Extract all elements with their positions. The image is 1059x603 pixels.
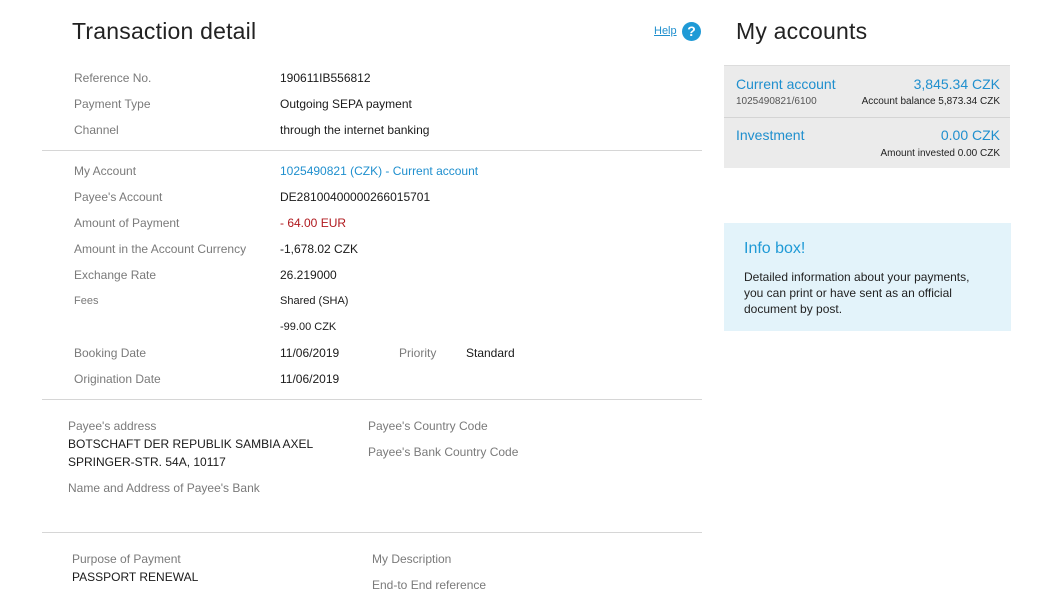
account-name[interactable]: Current account — [736, 76, 836, 92]
payee-bank-country-code-label: Payee's Bank Country Code — [368, 445, 519, 459]
divider — [42, 150, 702, 151]
account-item-investment[interactable]: Investment 0.00 CZK Amount invested 0.00… — [724, 118, 1010, 168]
account-amount: 0.00 CZK — [940, 127, 1000, 143]
channel-value: through the internet banking — [280, 123, 430, 137]
origination-date-value: 11/06/2019 — [280, 372, 340, 386]
booking-date-value: 11/06/2019 — [280, 346, 340, 360]
purpose-value: PASSPORT RENEWAL — [72, 570, 199, 584]
divider — [42, 532, 702, 533]
purpose-label: Purpose of Payment — [72, 552, 181, 566]
my-account-link[interactable]: 1025490821 (CZK) - Current account — [280, 164, 478, 178]
payee-address-label: Payee's address — [68, 419, 157, 433]
accounts-panel: Current account 3,845.34 CZK 1025490821/… — [724, 65, 1010, 168]
channel-label: Channel — [74, 123, 119, 137]
exchange-rate-label: Exchange Rate — [74, 268, 157, 282]
page-title: Transaction detail — [72, 18, 257, 44]
fees-label: Fees — [74, 295, 99, 307]
payment-type-label: Payment Type — [74, 97, 151, 111]
account-number: 1025490821/6100 — [736, 96, 817, 107]
account-amount: 3,845.34 CZK — [913, 76, 1000, 92]
account-item-current[interactable]: Current account 3,845.34 CZK 1025490821/… — [724, 66, 1010, 118]
divider — [42, 399, 702, 400]
priority-value: Standard — [466, 346, 515, 360]
exchange-rate-value: 26.219000 — [280, 268, 337, 282]
reference-no-value: 190611IB556812 — [280, 71, 371, 85]
account-balance: Account balance 5,873.34 CZK — [861, 96, 1000, 107]
info-box-line: Detailed information about your payments… — [744, 270, 970, 284]
fees-amount: -99.00 CZK — [280, 321, 337, 333]
origination-date-label: Origination Date — [74, 372, 161, 386]
priority-label: Priority — [399, 346, 437, 360]
my-description-label: My Description — [372, 552, 452, 566]
payment-type-value: Outgoing SEPA payment — [280, 97, 412, 111]
info-box-title: Info box! — [744, 240, 806, 257]
fees-value: Shared (SHA) — [280, 295, 349, 307]
payee-address-line2: SPRINGER-STR. 54A, 10117 — [68, 455, 226, 469]
amount-of-payment-value: - 64.00 EUR — [280, 216, 347, 230]
payee-account-value: DE28100400000266015701 — [280, 190, 431, 204]
amount-account-currency-value: -1,678.02 CZK — [280, 242, 359, 256]
info-box: Info box! Detailed information about you… — [724, 223, 1011, 331]
payee-country-code-label: Payee's Country Code — [368, 419, 488, 433]
my-account-label: My Account — [74, 164, 137, 178]
e2e-reference-label: End-to End reference — [372, 578, 487, 592]
amount-invested: Amount invested 0.00 CZK — [880, 148, 1000, 159]
payee-bank-name-label: Name and Address of Payee's Bank — [68, 481, 260, 495]
accounts-title: My accounts — [736, 18, 868, 44]
payee-address-line1: BOTSCHAFT DER REPUBLIK SAMBIA AXEL — [68, 437, 314, 451]
amount-of-payment-label: Amount of Payment — [74, 216, 180, 230]
info-box-line: document by post. — [744, 302, 843, 316]
payee-account-label: Payee's Account — [74, 190, 163, 204]
help-link[interactable]: Help — [654, 25, 677, 37]
amount-account-currency-label: Amount in the Account Currency — [74, 242, 247, 256]
info-box-line: you can print or have sent as an officia… — [744, 286, 952, 300]
booking-date-label: Booking Date — [74, 346, 147, 360]
account-name[interactable]: Investment — [736, 127, 804, 143]
help-icon[interactable]: ? — [682, 22, 701, 41]
reference-no-label: Reference No. — [74, 71, 152, 85]
